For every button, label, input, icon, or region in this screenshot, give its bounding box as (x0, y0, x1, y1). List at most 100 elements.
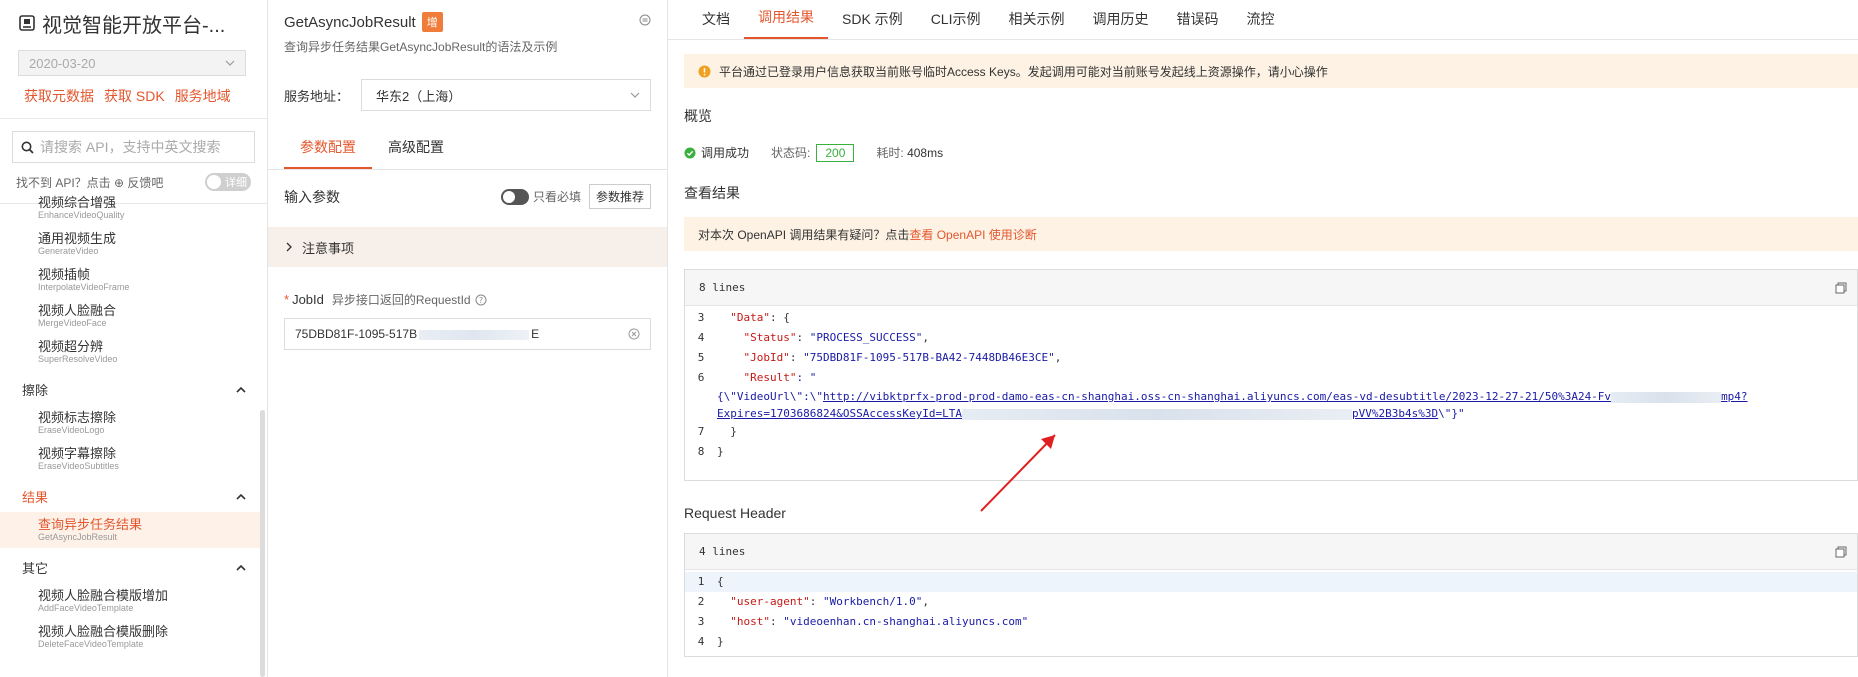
nav-item-label: 视频标志擦除 (38, 410, 117, 425)
nav-item-sublabel: InterpolateVideoFrame (38, 282, 130, 292)
api-nav-list: 视频综合增强 EnhanceVideoQuality 通用视频生成 Genera… (0, 190, 260, 655)
chevron-up-icon (236, 386, 246, 393)
tab-docs[interactable]: 文档 (688, 9, 744, 39)
feedback-help-text[interactable]: 找不到 API？点击 ⊕ 反馈吧 (16, 174, 163, 191)
nav-item-delete-face-video-template[interactable]: 视频人脸融合模版删除 DeleteFaceVideoTemplate (0, 619, 260, 655)
get-metadata-link[interactable]: 获取元数据 (24, 86, 94, 106)
code-line: 3 "host": "videoenhan.cn-shanghai.aliyun… (697, 615, 1029, 628)
tab-advanced-config[interactable]: 高级配置 (372, 127, 460, 169)
app-icon (19, 15, 35, 31)
nav-item-erase-video-subtitles[interactable]: 视频字幕擦除 EraseVideoSubtitles (0, 441, 260, 477)
nav-item-sublabel: MergeVideoFace (38, 318, 107, 328)
version-date-select[interactable]: 2020-03-20 (18, 50, 246, 76)
nav-item-label: 视频字幕擦除 (38, 446, 117, 461)
detail-toggle-label: 详细 (225, 177, 247, 189)
nav-item-label: 视频综合增强 (38, 195, 117, 210)
clear-icon[interactable] (628, 328, 640, 340)
redacted-region (1611, 391, 1722, 403)
nav-item-add-face-video-template[interactable]: 视频人脸融合模版增加 AddFaceVideoTemplate (0, 583, 260, 619)
nav-group-erase[interactable]: 擦除 (0, 374, 260, 405)
tab-sdk-example[interactable]: SDK 示例 (828, 9, 917, 39)
service-region-link[interactable]: 服务地域 (175, 86, 231, 106)
nav-item-sublabel: GenerateVideo (38, 246, 99, 256)
warning-icon (698, 65, 711, 77)
nav-group-other[interactable]: 其它 (0, 552, 260, 583)
jobid-label: JobId (292, 292, 324, 307)
tab-param-config[interactable]: 参数配置 (284, 127, 372, 169)
nav-item-interpolate-video-frame[interactable]: 视频插帧 InterpolateVideoFrame (0, 262, 260, 298)
get-sdk-link[interactable]: 获取 SDK (104, 86, 165, 106)
code-line: 1{ (685, 572, 1857, 592)
tab-cli-example[interactable]: CLI示例 (917, 9, 995, 39)
chevron-down-icon (225, 60, 235, 66)
service-address-value: 华东2（上海） (376, 88, 462, 104)
version-date-value: 2020-03-20 (29, 55, 96, 71)
copy-icon[interactable] (1835, 546, 1847, 558)
diagnosis-text: 对本次 OpenAPI 调用结果有疑问？点击 (698, 227, 910, 242)
param-panel: GetAsyncJobResult 增 查询异步任务结果GetAsyncJobR… (268, 0, 668, 677)
chevron-up-icon (236, 564, 246, 571)
nav-item-label: 查询异步任务结果 (38, 517, 143, 532)
divider (0, 118, 267, 119)
status-code-badge: 200 (816, 144, 855, 162)
nav-item-get-async-job-result[interactable]: 查询异步任务结果 GetAsyncJobResult (0, 512, 260, 548)
tab-rate-limit[interactable]: 流控 (1232, 9, 1288, 39)
service-address-select[interactable]: 华东2（上海） (361, 79, 651, 111)
result-url-line: Expires=1703686824&OSSAccessKeyId=LTA pVV… (717, 407, 1465, 420)
response-lines-count: 8 lines (699, 281, 746, 294)
response-code-block: 8 lines 3 "Data": { 4 "Status": "PROCESS… (684, 269, 1858, 481)
request-header-code-block: 4 lines 1{ 2 "user-agent": "Workbench/1.… (684, 533, 1858, 657)
nav-item-label: 视频超分辨 (38, 339, 104, 354)
header-lines-count: 4 lines (699, 545, 746, 558)
svg-text:?: ? (478, 296, 482, 305)
code-line: 8} (697, 445, 724, 458)
chevron-right-icon (286, 242, 292, 252)
code-line: 7 } (697, 425, 737, 438)
search-placeholder: 请搜索 API，支持中英文搜索 (40, 139, 221, 155)
code-line: 2 "user-agent": "Workbench/1.0", (697, 595, 929, 608)
required-only-switch[interactable] (500, 188, 529, 205)
nav-item-generate-video[interactable]: 通用视频生成 GenerateVideo (0, 226, 260, 262)
nav-item-sublabel: EnhanceVideoQuality (38, 210, 125, 220)
nav-item-label: 通用视频生成 (38, 231, 117, 246)
nav-item-enhance-video-quality[interactable]: 视频综合增强 EnhanceVideoQuality (0, 190, 260, 226)
tab-call-history[interactable]: 调用历史 (1078, 9, 1162, 39)
nav-item-sublabel: EraseVideoLogo (38, 425, 105, 435)
tab-call-result[interactable]: 调用结果 (744, 7, 828, 39)
service-address-label: 服务地址： (284, 88, 350, 104)
nav-item-erase-video-logo[interactable]: 视频标志擦除 EraseVideoLogo (0, 405, 260, 441)
redacted-region (962, 408, 1353, 420)
diagnosis-banner: 对本次 OpenAPI 调用结果有疑问？点击 查看 OpenAPI 使用诊断 (684, 217, 1858, 251)
copy-icon[interactable] (1835, 282, 1847, 294)
result-title: 查看结果 (684, 185, 740, 201)
jobid-input[interactable]: 75DBD81F-1095-517B E (284, 318, 651, 350)
result-tabs: 文档 调用结果 SDK 示例 CLI示例 相关示例 调用历史 错误码 流控 (668, 0, 1858, 40)
result-video-url-link[interactable]: http://vibktprfx-prod-prod-damo-eas-cn-s… (823, 390, 1611, 403)
tab-related-examples[interactable]: 相关示例 (994, 9, 1078, 39)
nav-item-sublabel: GetAsyncJobResult (38, 532, 118, 542)
nav-item-label: 视频人脸融合模版删除 (38, 624, 169, 639)
detail-toggle[interactable]: 详细 (205, 173, 251, 191)
notice-collapsible[interactable]: 注意事项 (268, 227, 667, 267)
sidebar-scrollbar-thumb[interactable] (260, 410, 265, 677)
status-summary: 调用成功 状态码: 200 耗时: 408ms (684, 144, 1858, 162)
nav-group-result[interactable]: 结果 (0, 481, 260, 512)
nav-item-super-resolve-video[interactable]: 视频超分辨 SuperResolveVideo (0, 334, 260, 370)
jobid-value-suffix: E (531, 327, 540, 341)
input-params-label: 输入参数 (284, 188, 340, 205)
nav-item-sublabel: DeleteFaceVideoTemplate (38, 639, 144, 649)
annotation-arrow (980, 434, 1056, 512)
required-only-label: 只看必填 (532, 190, 581, 204)
diagnosis-link[interactable]: 查看 OpenAPI 使用诊断 (909, 226, 1036, 243)
success-check-icon (684, 147, 696, 158)
code-line: 6 "Result": " (697, 371, 817, 384)
result-url-line: {\"VideoUrl\":\"http://vibktprfx-prod-pr… (717, 390, 1748, 403)
api-search-input[interactable]: 请搜索 API，支持中英文搜索 (12, 131, 255, 163)
collapse-icon[interactable] (639, 14, 651, 26)
tab-error-codes[interactable]: 错误码 (1162, 9, 1232, 39)
help-icon[interactable]: ? (475, 294, 487, 306)
param-recommend-button[interactable]: 参数推荐 (588, 184, 651, 209)
code-line: 4 "Status": "PROCESS_SUCCESS", (697, 331, 929, 344)
elapsed-value: 408ms (907, 146, 944, 160)
nav-item-merge-video-face[interactable]: 视频人脸融合 MergeVideoFace (0, 298, 260, 334)
